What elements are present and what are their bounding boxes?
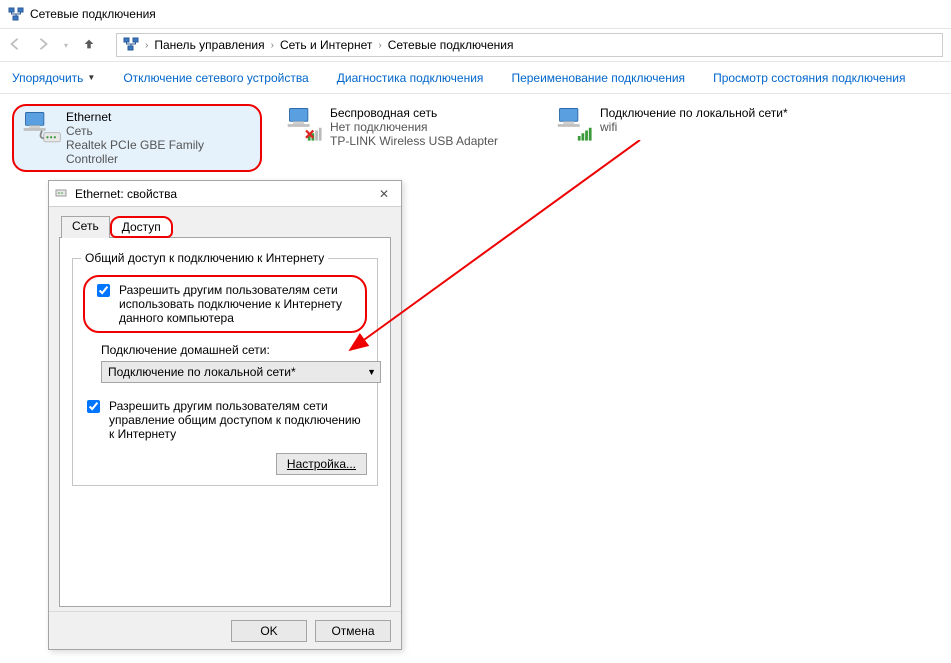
connection-item-wireless[interactable]: Беспроводная сеть Нет подключения TP-LIN… (282, 104, 532, 172)
connection-name: Беспроводная сеть (330, 106, 498, 120)
home-network-value: Подключение по локальной сети* (108, 365, 296, 379)
connection-name: Подключение по локальной сети* (600, 106, 788, 120)
allow-control-checkbox[interactable] (87, 400, 100, 413)
window-title: Сетевые подключения (30, 7, 156, 21)
diagnose-button[interactable]: Диагностика подключения (337, 71, 484, 85)
connection-device: TP-LINK Wireless USB Adapter (330, 134, 498, 148)
crumb-mid[interactable]: Сеть и Интернет (276, 38, 376, 52)
allow-control-label: Разрешить другим пользователям сети упра… (109, 399, 367, 441)
adapter-small-icon (55, 187, 69, 201)
organize-menu[interactable]: Упорядочить ▼ (12, 71, 95, 85)
nav-forward-icon[interactable] (36, 37, 50, 54)
dialog-titlebar[interactable]: Ethernet: свойства ✕ (49, 181, 401, 207)
tab-panel-access: Общий доступ к подключению к Интернету Р… (59, 237, 391, 607)
crumb-sep-icon: › (269, 40, 276, 51)
chevron-down-icon: ▼ (367, 367, 376, 377)
crumb-sep-icon: › (376, 40, 383, 51)
home-network-select[interactable]: Подключение по локальной сети* ▼ (101, 361, 381, 383)
organize-label: Упорядочить (12, 71, 83, 85)
nav-bar: ▾ › Панель управления › Сеть и Интернет … (0, 28, 951, 62)
connection-status: Сеть (66, 124, 254, 138)
connection-item-ethernet[interactable]: Ethernet Сеть Realtek PCIe GBE Family Co… (12, 104, 262, 172)
tab-access[interactable]: Доступ (110, 216, 173, 238)
dialog-footer: OK Отмена (49, 611, 401, 649)
connection-device: Realtek PCIe GBE Family Controller (66, 138, 254, 166)
cancel-button[interactable]: Отмена (315, 620, 391, 642)
history-dropdown-icon[interactable]: ▾ (64, 41, 68, 50)
path-icon (123, 36, 139, 55)
allow-sharing-label: Разрешить другим пользователям сети испо… (119, 283, 357, 325)
close-icon[interactable]: ✕ (373, 187, 395, 201)
connection-name: Ethernet (66, 110, 254, 124)
caret-down-icon: ▼ (87, 73, 95, 82)
connection-status: wifi (600, 120, 788, 134)
group-legend: Общий доступ к подключению к Интернету (81, 251, 328, 265)
ics-groupbox: Общий доступ к подключению к Интернету Р… (72, 258, 378, 486)
wireless-adapter-icon (284, 106, 324, 146)
tab-network[interactable]: Сеть (61, 216, 110, 238)
rename-button[interactable]: Переименование подключения (511, 71, 685, 85)
allow-sharing-checkbox[interactable] (97, 284, 110, 297)
settings-button[interactable]: Настройка... (276, 453, 367, 475)
crumb-sep-icon: › (143, 40, 150, 51)
connection-status: Нет подключения (330, 120, 498, 134)
status-button[interactable]: Просмотр состояния подключения (713, 71, 905, 85)
crumb-leaf[interactable]: Сетевые подключения (384, 38, 518, 52)
home-network-label: Подключение домашней сети: (101, 343, 367, 357)
allow-sharing-row[interactable]: Разрешить другим пользователям сети испо… (83, 275, 367, 333)
disable-device-button[interactable]: Отключение сетевого устройства (123, 71, 308, 85)
window-titlebar: Сетевые подключения (0, 0, 951, 28)
address-bar[interactable]: › Панель управления › Сеть и Интернет › … (116, 33, 943, 57)
ethernet-adapter-icon (20, 110, 60, 150)
local-adapter-icon (554, 106, 594, 146)
properties-dialog: Ethernet: свойства ✕ Сеть Доступ Общий д… (48, 180, 402, 650)
command-bar: Упорядочить ▼ Отключение сетевого устрой… (0, 62, 951, 94)
dialog-title: Ethernet: свойства (75, 187, 373, 201)
ok-button[interactable]: OK (231, 620, 307, 642)
network-icon (8, 6, 24, 22)
nav-up-icon[interactable] (82, 37, 96, 54)
allow-control-row[interactable]: Разрешить другим пользователям сети упра… (83, 399, 367, 441)
connections-list: Ethernet Сеть Realtek PCIe GBE Family Co… (12, 104, 939, 172)
nav-back-icon[interactable] (8, 37, 22, 54)
connection-item-local[interactable]: Подключение по локальной сети* wifi (552, 104, 802, 172)
crumb-root[interactable]: Панель управления (150, 38, 268, 52)
